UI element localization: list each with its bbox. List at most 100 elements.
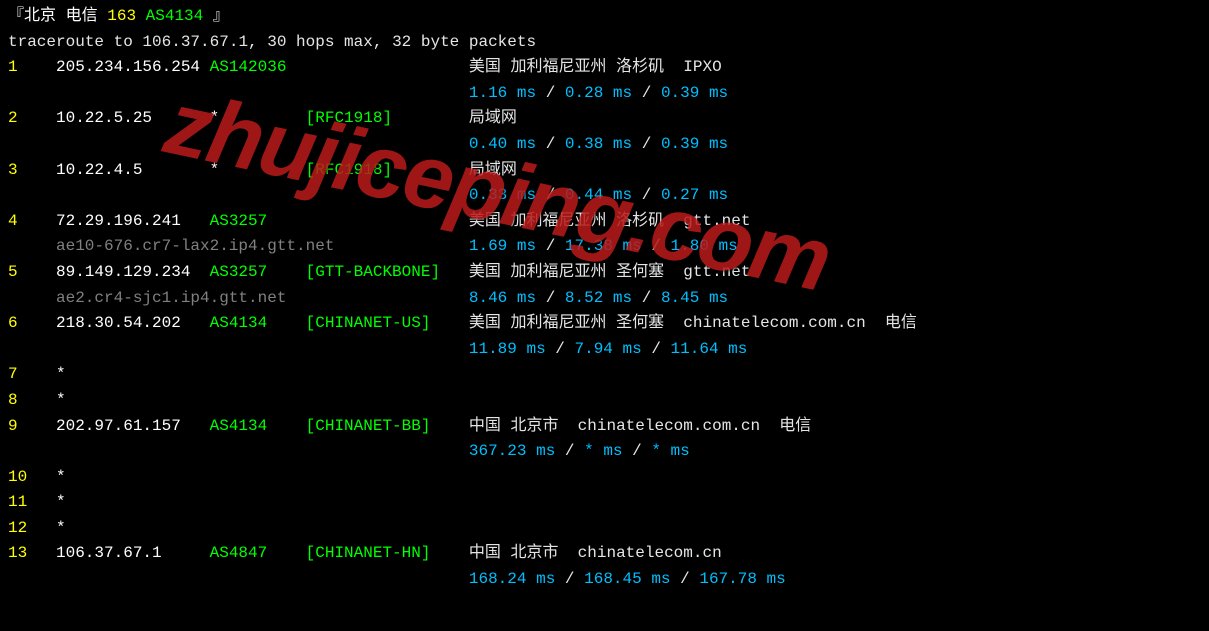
hop-rtt-row: 0.33 ms / 0.44 ms / 0.27 ms [8, 183, 1201, 209]
hop-rtt-value: 8.45 ms [661, 289, 728, 307]
hop-asn: * [210, 106, 306, 132]
rtt-separator: / [632, 186, 661, 204]
rtt-separator: / [536, 289, 565, 307]
rtt-separator: / [536, 237, 565, 255]
hop-asn: AS142036 [210, 55, 306, 81]
hop-row: 472.29.196.241AS3257美国 加利福尼亚州 洛杉矶 gtt.ne… [8, 209, 1201, 235]
hop-timeout-star: * [56, 519, 66, 537]
rtt-separator: / [632, 84, 661, 102]
hop-asn: * [210, 158, 306, 184]
hop-number: 7 [8, 362, 56, 388]
hop-asn: AS4847 [210, 541, 306, 567]
hop-rtt-value: 1.69 ms [469, 237, 536, 255]
hop-rtt-value: 0.44 ms [565, 186, 632, 204]
hop-number: 5 [8, 260, 56, 286]
hop-row-timeout: 12* [8, 516, 1201, 542]
hop-rtt-row: 11.89 ms / 7.94 ms / 11.64 ms [8, 337, 1201, 363]
hop-number: 2 [8, 106, 56, 132]
rtt-separator: / [555, 570, 584, 588]
hop-number: 8 [8, 388, 56, 414]
hop-location: 美国 加利福尼亚州 洛杉矶 IPXO [469, 55, 722, 81]
hop-rtt-value: 168.24 ms [469, 570, 555, 588]
hop-rtt-row: ae2.cr4-sjc1.ip4.gtt.net8.46 ms / 8.52 m… [8, 286, 1201, 312]
hop-rtt-value: 11.64 ms [671, 340, 748, 358]
hop-number: 1 [8, 55, 56, 81]
hop-ip: 10.22.5.25 [56, 106, 210, 132]
hop-asn: AS3257 [210, 209, 306, 235]
hop-location: 局域网 [469, 106, 517, 132]
hop-network-tag: [CHINANET-HN] [306, 541, 469, 567]
rtt-separator: / [536, 135, 565, 153]
hop-row-timeout: 8* [8, 388, 1201, 414]
hop-rtt-value: 17.38 ms [565, 237, 642, 255]
hop-rtt-row: 0.40 ms / 0.38 ms / 0.39 ms [8, 132, 1201, 158]
hop-rtt-row: 168.24 ms / 168.45 ms / 167.78 ms [8, 567, 1201, 593]
hop-network-tag: [RFC1918] [306, 158, 469, 184]
hop-row: 210.22.5.25*[RFC1918]局域网 [8, 106, 1201, 132]
header-bracket-left: 『 [8, 7, 24, 25]
header-location: 北京 电信 [24, 7, 107, 25]
hop-rtt-value: * ms [651, 442, 689, 460]
hop-rtt-value: 167.78 ms [699, 570, 785, 588]
rtt-separator: / [536, 186, 565, 204]
hop-ip: 10.22.4.5 [56, 158, 210, 184]
hop-ip: 72.29.196.241 [56, 209, 210, 235]
rtt-separator: / [632, 135, 661, 153]
hop-location: 美国 加利福尼亚州 圣何塞 chinatelecom.com.cn 电信 [469, 311, 917, 337]
hop-ip: 106.37.67.1 [56, 541, 210, 567]
rtt-separator: / [536, 84, 565, 102]
hop-row-timeout: 7* [8, 362, 1201, 388]
hop-rtt-row: ae10-676.cr7-lax2.ip4.gtt.net 1.69 ms / 1… [8, 234, 1201, 260]
hop-location: 美国 加利福尼亚州 圣何塞 gtt.net [469, 260, 751, 286]
hop-rtt-value: 0.27 ms [661, 186, 728, 204]
rtt-separator: / [546, 340, 575, 358]
hop-rtt-value: 1.16 ms [469, 84, 536, 102]
hop-rtt-value: * ms [584, 442, 622, 460]
hop-timeout-star: * [56, 493, 66, 511]
hop-reverse-dns: ae10-676.cr7-lax2.ip4.gtt.net [56, 237, 334, 255]
hop-row: 589.149.129.234AS3257[GTT-BACKBONE]美国 加利… [8, 260, 1201, 286]
hop-rtt-value: 367.23 ms [469, 442, 555, 460]
rtt-separator: / [623, 442, 652, 460]
hop-number: 11 [8, 490, 56, 516]
hop-network-tag: [CHINANET-US] [306, 311, 469, 337]
header-asn-short: 163 [107, 7, 145, 25]
hop-location: 中国 北京市 chinatelecom.com.cn 电信 [469, 414, 811, 440]
hop-asn: AS4134 [210, 311, 306, 337]
hop-ip: 202.97.61.157 [56, 414, 210, 440]
hop-rtt-value: 0.33 ms [469, 186, 536, 204]
hop-row: 13106.37.67.1AS4847[CHINANET-HN]中国 北京市 c… [8, 541, 1201, 567]
hop-number: 13 [8, 541, 56, 567]
hop-location: 局域网 [469, 158, 517, 184]
hop-number: 3 [8, 158, 56, 184]
hop-rtt-row: 1.16 ms / 0.28 ms / 0.39 ms [8, 81, 1201, 107]
rtt-separator: / [642, 237, 671, 255]
hop-number: 9 [8, 414, 56, 440]
hop-number: 6 [8, 311, 56, 337]
hop-rtt-value: 11.89 ms [469, 340, 546, 358]
hop-network-tag: [CHINANET-BB] [306, 414, 469, 440]
hop-rtt-value: 7.94 ms [575, 340, 642, 358]
hop-row: 6218.30.54.202AS4134[CHINANET-US]美国 加利福尼… [8, 311, 1201, 337]
rtt-separator: / [632, 289, 661, 307]
hop-asn: AS3257 [210, 260, 306, 286]
hop-network-tag: [RFC1918] [306, 106, 469, 132]
hop-ip: 205.234.156.254 [56, 55, 210, 81]
traceroute-command: traceroute to 106.37.67.1, 30 hops max, … [8, 30, 1201, 56]
hop-list: 1205.234.156.254AS142036 美国 加利福尼亚州 洛杉矶 IP… [8, 55, 1201, 592]
hop-rtt-row: 367.23 ms / * ms / * ms [8, 439, 1201, 465]
rtt-separator: / [642, 340, 671, 358]
hop-number: 4 [8, 209, 56, 235]
rtt-separator: / [671, 570, 700, 588]
hop-row: 310.22.4.5*[RFC1918]局域网 [8, 158, 1201, 184]
hop-number: 10 [8, 465, 56, 491]
hop-rtt-value: 0.38 ms [565, 135, 632, 153]
hop-rtt-value: 1.80 ms [671, 237, 738, 255]
hop-location: 中国 北京市 chinatelecom.cn [469, 541, 722, 567]
hop-row: 9202.97.61.157AS4134[CHINANET-BB]中国 北京市 … [8, 414, 1201, 440]
hop-network-tag: [GTT-BACKBONE] [306, 260, 469, 286]
hop-rtt-value: 0.28 ms [565, 84, 632, 102]
hop-rtt-value: 0.39 ms [661, 84, 728, 102]
hop-row: 1205.234.156.254AS142036 美国 加利福尼亚州 洛杉矶 IP… [8, 55, 1201, 81]
header-asn-full: AS4134 [146, 7, 204, 25]
